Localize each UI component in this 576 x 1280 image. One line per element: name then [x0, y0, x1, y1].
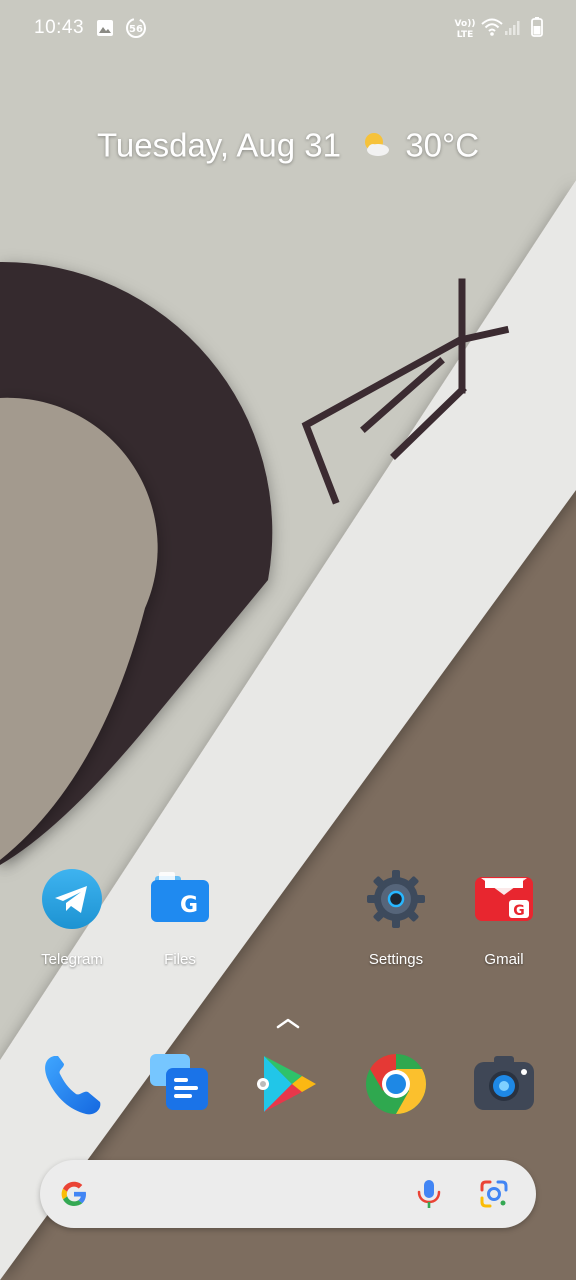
play-store-icon[interactable]: [256, 1052, 320, 1116]
partly-cloudy-icon[interactable]: [360, 130, 392, 160]
files-icon: G: [151, 872, 209, 922]
app-label: Files: [164, 951, 196, 968]
volte-text: Vo)): [455, 19, 476, 29]
data-saver-number: 56: [129, 24, 143, 35]
app-label: Telegram: [41, 951, 103, 968]
app-gmail[interactable]: G Gmail: [454, 868, 554, 968]
telegram-icon: [42, 869, 102, 929]
camera-icon[interactable]: [472, 1052, 536, 1116]
google-logo-icon[interactable]: [58, 1178, 90, 1210]
gmail-icon: G: [475, 877, 533, 921]
chrome-icon[interactable]: [364, 1052, 428, 1116]
lens-icon[interactable]: [478, 1178, 510, 1210]
svg-text:G: G: [513, 903, 525, 919]
app-label: Settings: [368, 951, 424, 968]
lte-text: LTE: [457, 30, 474, 39]
settings-icon: [367, 870, 425, 928]
status-bar: 10:43 56 Vo)) LTE: [0, 0, 576, 56]
app-files[interactable]: G Files: [130, 868, 230, 968]
app-drawer-chevron-up-icon[interactable]: [276, 1016, 300, 1030]
battery-icon: [531, 17, 543, 37]
at-a-glance[interactable]: Tuesday, Aug 31 30°C: [0, 124, 576, 164]
temperature-text[interactable]: 30°C: [405, 126, 479, 163]
signal-icon: [505, 21, 520, 35]
google-search-bar[interactable]: [40, 1160, 536, 1228]
data-saver-icon: 56: [126, 18, 146, 38]
date-text[interactable]: Tuesday, Aug 31: [97, 126, 341, 163]
phone-icon[interactable]: [40, 1052, 104, 1116]
wifi-icon: [481, 18, 503, 36]
app-settings[interactable]: Settings: [346, 868, 446, 968]
messages-icon[interactable]: [148, 1052, 212, 1116]
app-telegram[interactable]: Telegram: [22, 868, 122, 968]
clock: 10:43: [34, 17, 85, 38]
app-label: Gmail: [484, 951, 524, 968]
microphone-icon[interactable]: [414, 1178, 444, 1210]
volte-lte-icon: Vo)) LTE: [455, 19, 476, 39]
image-icon: [97, 20, 113, 36]
svg-text:G: G: [180, 893, 198, 918]
